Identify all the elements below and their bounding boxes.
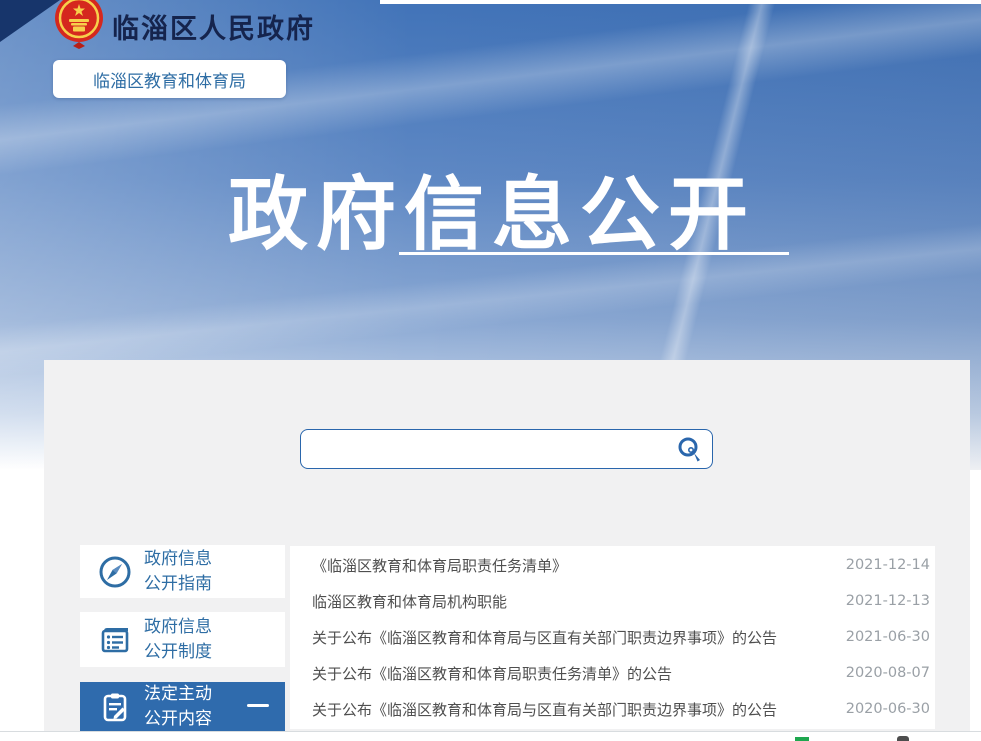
sidebar-label-line1: 法定主动 bbox=[144, 682, 212, 707]
list-item-date: 2021-06-30 bbox=[846, 629, 930, 645]
search-input[interactable] bbox=[301, 430, 712, 468]
sidebar-item-label: 政府信息 公开指南 bbox=[144, 547, 212, 597]
search-bar bbox=[300, 429, 713, 469]
clipboard-pencil-icon bbox=[98, 690, 132, 724]
document-list: 《临淄区教育和体育局职责任务清单》 2021-12-14 临淄区教育和体育局机构… bbox=[290, 546, 935, 729]
list-item[interactable]: 关于公布《临淄区教育和体育局与区直有关部门职责边界事项》的公告 2021-06-… bbox=[290, 619, 935, 655]
sidebar-item-open-rules[interactable]: 政府信息 公开制度 bbox=[80, 612, 285, 667]
list-item-date: 2020-08-07 bbox=[846, 665, 930, 681]
list-item[interactable]: 关于公布《临淄区教育和体育局职责任务清单》的公告 2020-08-07 bbox=[290, 655, 935, 691]
national-emblem-icon bbox=[54, 0, 104, 49]
sidebar-label-line1: 政府信息 bbox=[144, 615, 212, 640]
page: 临淄区人民政府 临淄区教育和体育局 政府信息公开 政府信息 公开指南 bbox=[0, 0, 981, 741]
page-title: 政府信息公开 bbox=[228, 150, 756, 266]
department-button-label: 临淄区教育和体育局 bbox=[93, 67, 246, 92]
search-icon bbox=[676, 436, 704, 464]
list-item[interactable]: 《临淄区教育和体育局职责任务清单》 2021-12-14 bbox=[290, 547, 935, 583]
list-item-title[interactable]: 关于公布《临淄区教育和体育局与区直有关部门职责边界事项》的公告 bbox=[312, 699, 834, 720]
sidebar-item-label: 法定主动 公开内容 bbox=[144, 682, 212, 732]
sidebar-label-line2: 公开指南 bbox=[144, 572, 212, 597]
panel-bottom-border bbox=[0, 731, 981, 732]
list-item-date: 2021-12-14 bbox=[846, 557, 930, 573]
sidebar-item-statutory-disclosure[interactable]: 法定主动 公开内容 bbox=[80, 682, 285, 731]
department-button[interactable]: 临淄区教育和体育局 bbox=[53, 60, 286, 98]
title-underline bbox=[399, 252, 789, 255]
minus-icon[interactable] bbox=[247, 704, 269, 707]
list-item-title[interactable]: 《临淄区教育和体育局职责任务清单》 bbox=[312, 555, 834, 576]
sidebar-label-line1: 政府信息 bbox=[144, 547, 212, 572]
list-item-title[interactable]: 临淄区教育和体育局机构职能 bbox=[312, 591, 834, 612]
list-item-title[interactable]: 关于公布《临淄区教育和体育局职责任务清单》的公告 bbox=[312, 663, 834, 684]
search-button[interactable] bbox=[676, 436, 704, 464]
ledger-icon bbox=[98, 623, 132, 657]
clipped-green-icon bbox=[795, 737, 809, 741]
compass-icon bbox=[98, 555, 132, 589]
sidebar-label-line2: 公开制度 bbox=[144, 640, 212, 665]
list-item-title[interactable]: 关于公布《临淄区教育和体育局与区直有关部门职责边界事项》的公告 bbox=[312, 627, 834, 648]
list-item[interactable]: 关于公布《临淄区教育和体育局与区直有关部门职责边界事项》的公告 2020-06-… bbox=[290, 691, 935, 727]
sidebar-item-label: 政府信息 公开制度 bbox=[144, 615, 212, 665]
list-item-date: 2020-06-30 bbox=[846, 701, 930, 717]
sidebar-label-line2: 公开内容 bbox=[144, 707, 212, 732]
list-item[interactable]: 临淄区教育和体育局机构职能 2021-12-13 bbox=[290, 583, 935, 619]
top-white-strip bbox=[380, 0, 981, 4]
site-title-link[interactable]: 临淄区人民政府 bbox=[112, 7, 315, 46]
clipped-dark-icon bbox=[897, 736, 909, 741]
list-item-date: 2021-12-13 bbox=[846, 593, 930, 609]
sidebar-item-open-guide[interactable]: 政府信息 公开指南 bbox=[80, 545, 285, 598]
